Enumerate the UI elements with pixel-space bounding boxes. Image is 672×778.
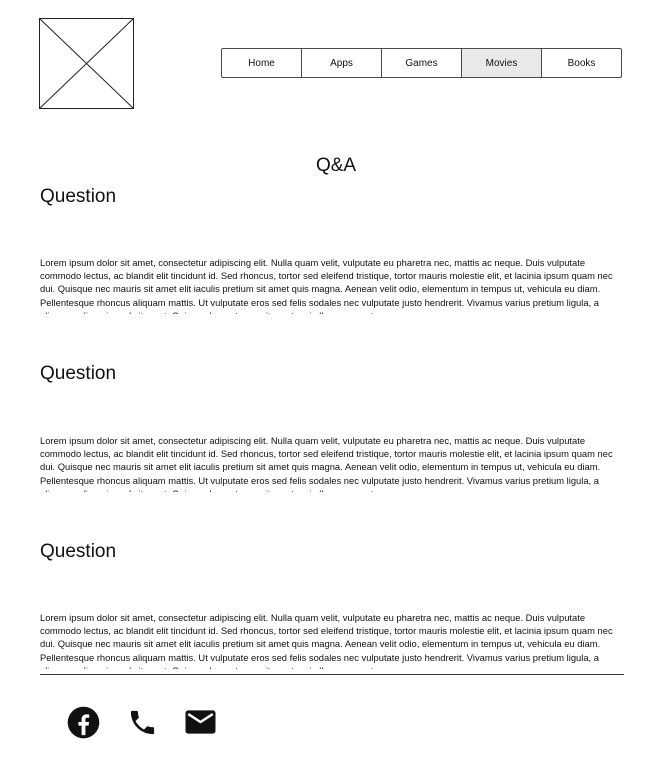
mail-icon[interactable] <box>184 704 217 740</box>
answer-text: Lorem ipsum dolor sit amet, consectetur … <box>40 612 613 669</box>
answer-text: Lorem ipsum dolor sit amet, consectetur … <box>40 257 613 314</box>
question-heading: Question <box>40 541 117 562</box>
nav-item-apps[interactable]: Apps <box>301 49 381 77</box>
nav-item-home[interactable]: Home <box>222 49 301 77</box>
nav-item-games[interactable]: Games <box>381 49 461 77</box>
facebook-icon[interactable] <box>67 704 100 740</box>
question-heading: Question <box>40 363 117 384</box>
phone-icon[interactable] <box>126 704 158 740</box>
footer-divider <box>40 674 624 675</box>
nav-item-books[interactable]: Books <box>541 49 621 77</box>
logo-placeholder <box>39 18 134 109</box>
answer-text: Lorem ipsum dolor sit amet, consectetur … <box>40 435 613 492</box>
image-placeholder-icon <box>39 18 134 109</box>
question-heading: Question <box>40 186 117 207</box>
page-title: Q&A <box>315 155 357 176</box>
main-nav: Home Apps Games Movies Books <box>221 48 622 78</box>
nav-item-movies[interactable]: Movies <box>461 49 541 77</box>
